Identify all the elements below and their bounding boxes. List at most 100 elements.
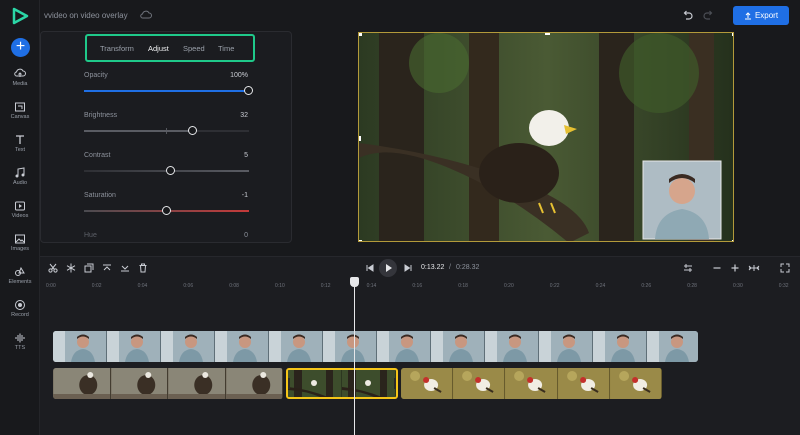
ruler-tick-label: 0:20	[504, 283, 514, 289]
move-down-icon[interactable]	[120, 263, 130, 273]
eagle-thumbnail	[168, 368, 226, 399]
ruler-tick-label: 0:22	[549, 283, 560, 289]
opacity-value[interactable]: 100%	[230, 72, 248, 79]
contrast-slider-handle[interactable]	[166, 166, 176, 175]
contrast-label: Contrast	[84, 152, 111, 159]
images-icon	[15, 234, 25, 244]
brightness-slider-handle[interactable]	[187, 126, 197, 135]
ruler-tick-label: 0:30	[733, 283, 743, 289]
skip-back-icon[interactable]	[365, 263, 375, 273]
man-thumbnail	[431, 331, 485, 362]
ruler-tick-label: 0:26	[641, 283, 652, 289]
tab-transform[interactable]: Transform	[100, 44, 134, 53]
export-label: Export	[754, 11, 779, 20]
tab-adjust[interactable]: Adjust	[148, 44, 169, 53]
zoom-in-icon[interactable]	[730, 263, 740, 273]
export-button[interactable]: Export	[733, 6, 789, 25]
man-thumbnail	[323, 331, 377, 362]
saturation-value[interactable]: -1	[242, 192, 248, 199]
fit-timeline-icon[interactable]	[748, 263, 760, 273]
timeline-panel: 0:13.22 / 0:28.32 0:00 0:02 0:04 0:06 0:08 0:…	[40, 256, 800, 435]
fullscreen-icon[interactable]	[780, 263, 790, 273]
woodpecker-thumbnail	[557, 368, 610, 399]
woodpecker-thumbnail	[453, 368, 506, 399]
tab-speed[interactable]: Speed	[183, 44, 205, 53]
duplicate-icon[interactable]	[84, 263, 94, 273]
media-icon	[14, 68, 26, 77]
brightness-fill	[84, 130, 193, 132]
contrast-slider[interactable]	[84, 166, 249, 175]
saturation-slider-handle[interactable]	[161, 206, 171, 215]
upload-icon	[744, 12, 751, 20]
eagle-thumbnail	[110, 368, 168, 399]
sidebar-item-media[interactable]: Media	[0, 68, 40, 98]
freeze-icon[interactable]	[66, 263, 76, 273]
sidebar-item-label: Audio	[12, 180, 28, 186]
man-thumbnail	[215, 331, 269, 362]
sel-thumbnail	[288, 370, 342, 397]
undo-icon[interactable]	[682, 10, 693, 21]
redo-icon[interactable]	[703, 10, 714, 21]
project-title[interactable]: vvideo on video overlay	[44, 11, 128, 20]
eagle-thumbnail	[225, 368, 283, 399]
ruler-tick-label: 0:04	[137, 283, 148, 289]
play-button[interactable]	[379, 259, 397, 277]
scissors-icon[interactable]	[48, 263, 58, 273]
talking-head-clip[interactable]	[53, 331, 698, 362]
trim-handle-left[interactable]	[288, 378, 290, 389]
sidebar-item-canvas[interactable]: Canvas	[0, 101, 40, 131]
woodpecker-thumbnails	[401, 368, 662, 399]
skip-forward-icon[interactable]	[403, 263, 413, 273]
zoom-out-icon[interactable]	[712, 263, 722, 273]
sidebar-item-images[interactable]: Images	[0, 233, 40, 263]
ruler-tick-label: 0:32	[778, 283, 789, 289]
sidebar-item-audio[interactable]: Audio	[0, 167, 40, 197]
timeline-ruler[interactable]: 0:00 0:02 0:04 0:06 0:08 0:10 0:12 0:14 0:16 0:18…	[40, 277, 800, 295]
selected-eagle-clip[interactable]	[286, 368, 398, 399]
sidebar-item-text[interactable]: Text	[0, 134, 40, 164]
tts-icon	[15, 333, 25, 343]
opacity-slider-handle[interactable]	[244, 86, 253, 95]
opacity-label: Opacity	[84, 72, 108, 79]
sidebar-item-elements[interactable]: Elements	[0, 266, 40, 296]
contrast-value[interactable]: 5	[244, 152, 248, 159]
video-preview[interactable]	[358, 32, 734, 242]
woodpecker-clip[interactable]	[401, 368, 662, 399]
brightness-slider[interactable]	[84, 126, 249, 135]
time-separator: /	[449, 264, 451, 271]
eagle-clip[interactable]	[53, 368, 283, 399]
sidebar-item-tts[interactable]: TTS	[0, 332, 40, 362]
move-up-icon[interactable]	[102, 263, 112, 273]
left-sidebar: + Media Canvas Text Audio Videos Images Elemen…	[0, 0, 40, 435]
sidebar-item-label: Videos	[11, 213, 29, 219]
split-view-icon[interactable]	[683, 263, 693, 273]
app-logo-icon[interactable]	[11, 7, 29, 25]
add-button[interactable]: +	[11, 38, 30, 57]
playhead[interactable]	[354, 278, 355, 435]
sidebar-item-videos[interactable]: Videos	[0, 200, 40, 230]
ruler-tick-label: 0:08	[229, 283, 239, 289]
man-thumbnail	[485, 331, 539, 362]
adjust-panel: Transform Adjust Speed Time Opacity 100%…	[40, 31, 292, 243]
eagle-video-frame	[359, 33, 733, 241]
brightness-value[interactable]: 32	[240, 112, 248, 119]
audio-icon	[15, 167, 25, 178]
man-thumbnail	[107, 331, 161, 362]
sidebar-item-label: Elements	[8, 279, 32, 285]
man-thumbnail	[593, 331, 647, 362]
sel-thumbnail	[342, 370, 396, 397]
woodpecker-thumbnail	[505, 368, 558, 399]
sidebar-item-label: Canvas	[10, 114, 30, 120]
man-thumbnail	[377, 331, 431, 362]
panel-tabs: Transform Adjust Speed Time	[85, 34, 255, 62]
videos-icon	[15, 201, 25, 211]
opacity-slider[interactable]	[84, 86, 253, 95]
ruler-tick-label: 0:14	[366, 283, 377, 289]
saturation-slider[interactable]	[84, 206, 249, 215]
hue-value[interactable]: 0	[244, 232, 248, 239]
hue-label: Hue	[84, 232, 97, 239]
sidebar-item-record[interactable]: Record	[0, 299, 40, 329]
tab-time[interactable]: Time	[218, 44, 234, 53]
trash-icon[interactable]	[138, 263, 148, 273]
trim-handle-right[interactable]	[394, 378, 396, 389]
